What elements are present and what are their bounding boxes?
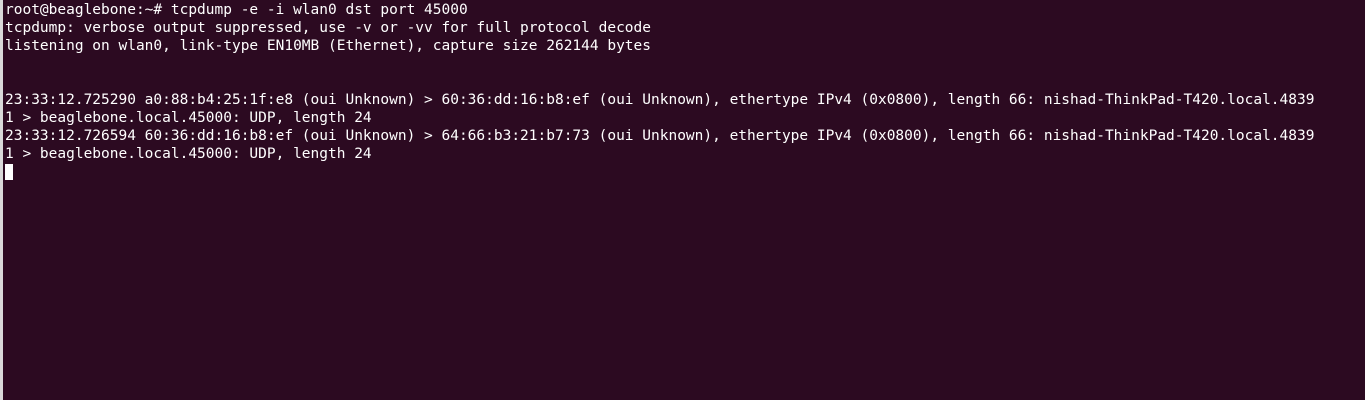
terminal-line-prompt-command: root@beaglebone:~# tcpdump -e -i wlan0 d… bbox=[5, 2, 468, 18]
terminal-line-output: tcpdump: verbose output suppressed, use … bbox=[5, 20, 652, 36]
terminal-line-packet-wrap: 1 > beaglebone.local.45000: UDP, length … bbox=[5, 146, 372, 162]
terminal-line-packet: 23:33:12.725290 a0:88:b4:25:1f:e8 (oui U… bbox=[5, 92, 1315, 108]
text-cursor bbox=[5, 164, 13, 180]
terminal-line-packet: 23:33:12.726594 60:36:dd:16:b8:ef (oui U… bbox=[5, 128, 1315, 144]
terminal-window[interactable]: root@beaglebone:~# tcpdump -e -i wlan0 d… bbox=[0, 0, 1365, 400]
terminal-line-output: listening on wlan0, link-type EN10MB (Et… bbox=[5, 38, 652, 54]
terminal-cursor-line[interactable] bbox=[5, 163, 1365, 181]
terminal-line-packet-wrap: 1 > beaglebone.local.45000: UDP, length … bbox=[5, 110, 372, 126]
